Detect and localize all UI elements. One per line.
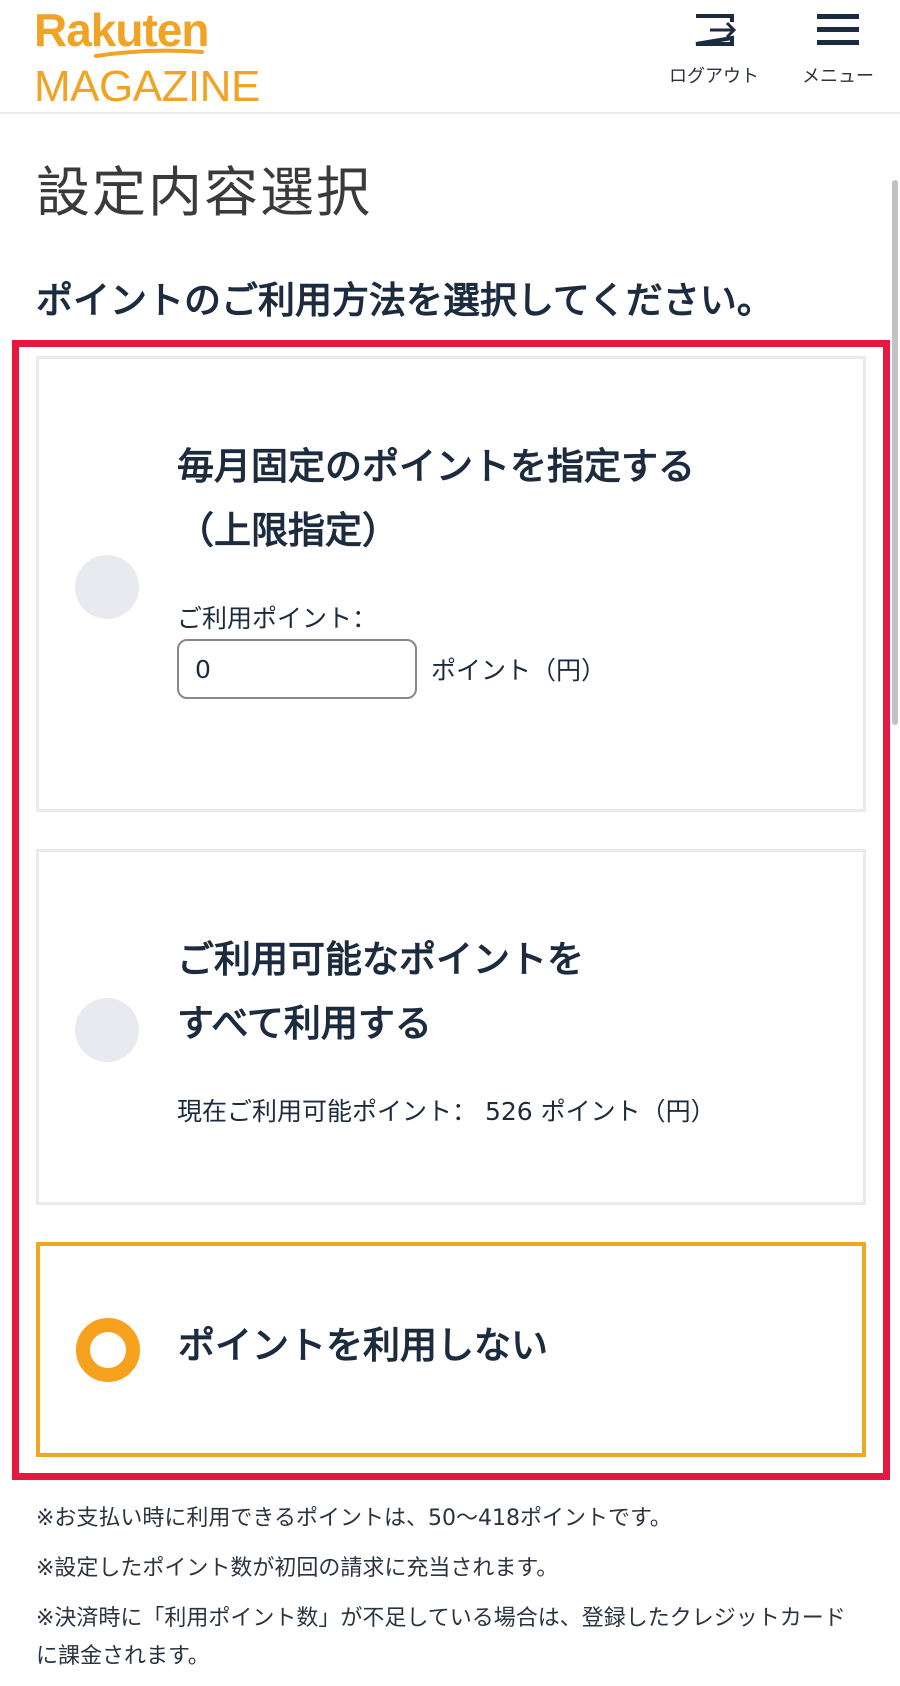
instruction-heading: ポイントのご利用方法を選択してください。 [36,279,774,322]
option-none-title: ポイントを利用しない [178,1324,548,1367]
available-points: 現在ご利用可能ポイント： 526 ポイント（円） [177,1092,716,1128]
points-input[interactable] [177,639,417,699]
hamburger-menu-icon [817,14,859,45]
logo-swoosh-icon [94,48,204,58]
note-item: ※決済時に「利用ポイント数」が不足している場合は、登録したクレジットカードに課金… [36,1606,846,1669]
available-points-value: 526 [484,1097,533,1126]
note-item: ※お支払い時に利用できるポイントは、50〜418ポイントです。 [36,1506,672,1531]
menu-label: メニュー [802,66,874,87]
scrollbar[interactable] [892,180,898,725]
available-points-label: 現在ご利用可能ポイント： [177,1097,478,1126]
option-fixed-title-line1: 毎月固定のポイントを指定する [177,445,695,488]
note-item: ※設定したポイント数が初回の請求に充当されます。 [36,1556,559,1581]
header: Rakuten MAGAZINE ログアウト メニュー [0,0,900,114]
points-label: ご利用ポイント： [177,604,378,633]
logout-icon [695,14,737,46]
option-fixed-title: 毎月固定のポイントを指定する （上限指定） [177,435,695,563]
menu-button[interactable]: メニュー [798,10,878,88]
logout-button[interactable]: ログアウト [664,10,764,88]
radio-fixed-points[interactable] [75,555,139,619]
option-all-points[interactable]: ご利用可能なポイントを すべて利用する 現在ご利用可能ポイント： 526 ポイン… [36,849,866,1205]
logo-product: MAGAZINE [34,62,260,111]
rakuten-magazine-logo[interactable]: Rakuten MAGAZINE [34,4,260,110]
option-fixed-points[interactable]: 毎月固定のポイントを指定する （上限指定） ご利用ポイント： ポイント（円） [36,356,866,812]
option-no-points[interactable]: ポイントを利用しない [36,1242,866,1457]
logout-label: ログアウト [669,66,759,87]
page-title: 設定内容選択 [36,161,372,224]
available-points-unit: ポイント（円） [540,1097,716,1126]
radio-all-points[interactable] [75,998,139,1062]
option-all-title-line1: ご利用可能なポイントを [177,938,584,981]
option-all-title: ご利用可能なポイントを すべて利用する [177,928,584,1056]
option-fixed-title-line2: （上限指定） [177,509,399,552]
notes: ※お支払い時に利用できるポイントは、50〜418ポイントです。 ※設定したポイン… [36,1500,866,1686]
radio-no-points-selected[interactable] [76,1318,140,1382]
points-unit: ポイント（円） [431,656,607,685]
option-all-title-line2: すべて利用する [177,1002,432,1045]
